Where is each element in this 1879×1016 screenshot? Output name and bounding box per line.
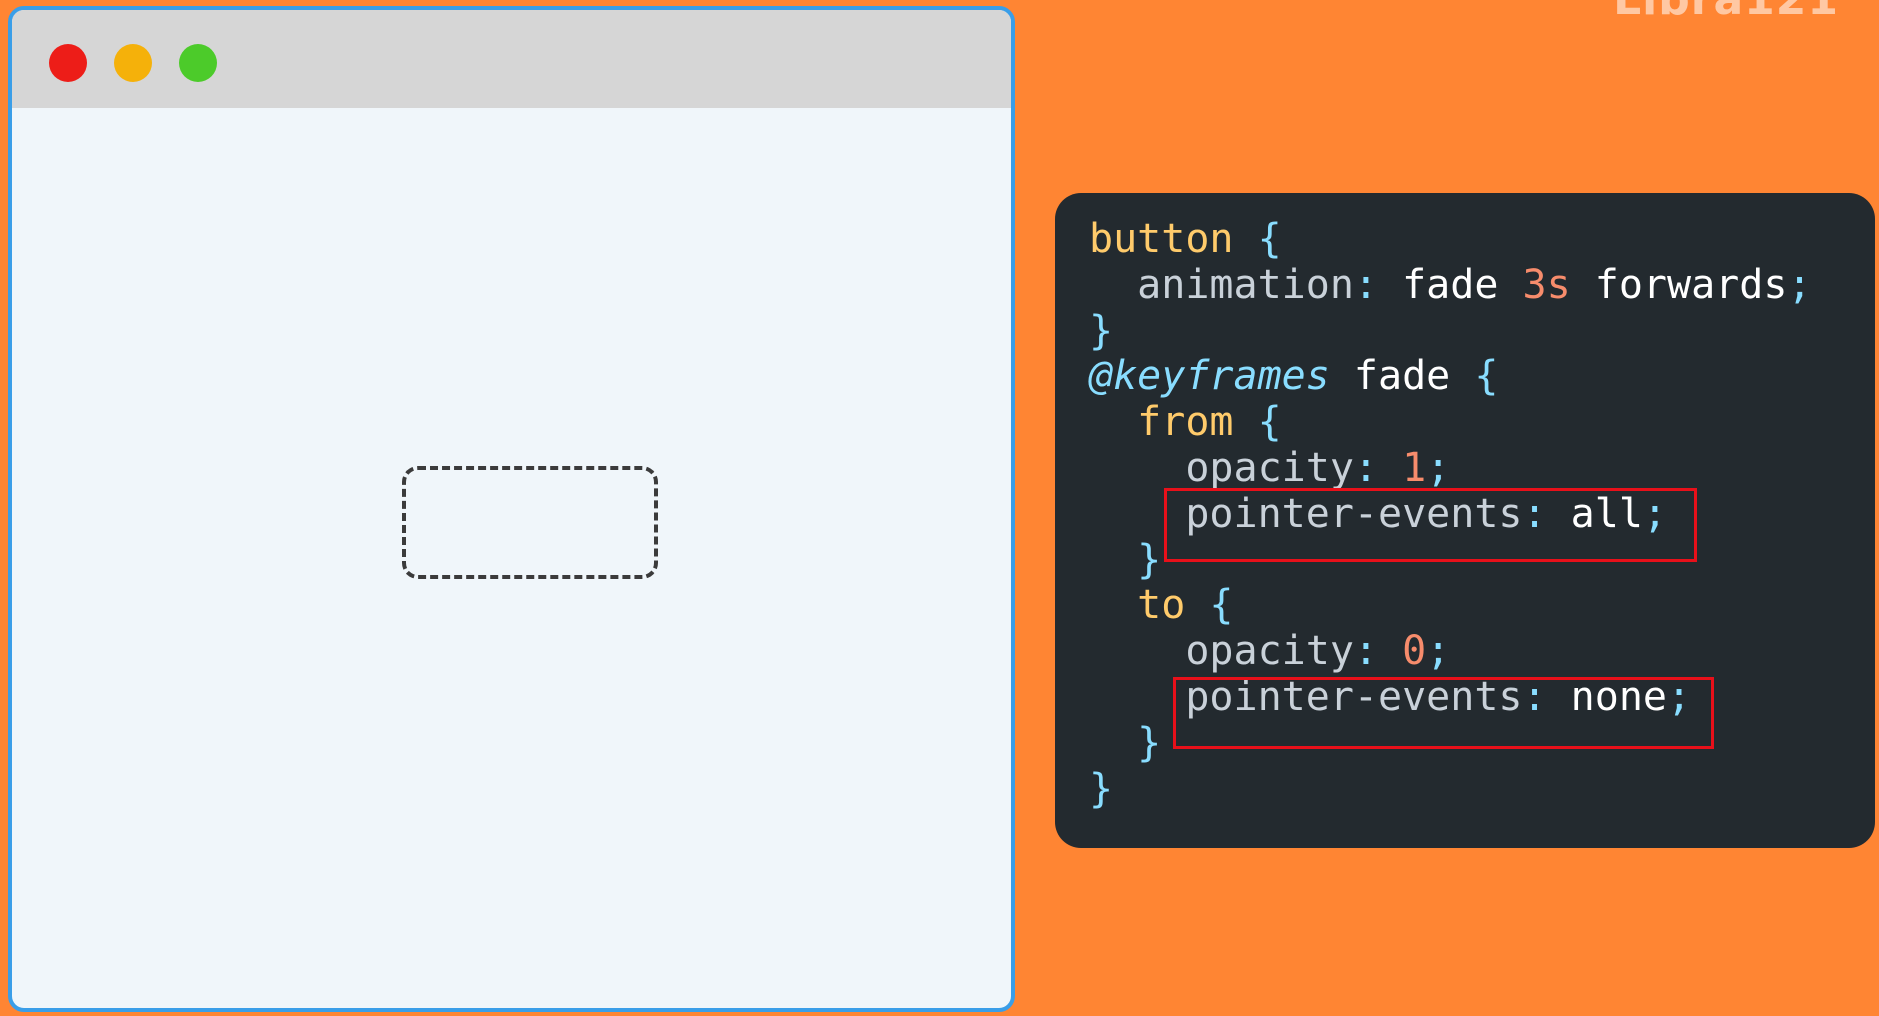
property-opacity: opacity xyxy=(1185,628,1354,675)
at-rule-keyframes: @keyframes xyxy=(1089,353,1330,400)
browser-titlebar xyxy=(12,10,1011,108)
value-duration: 3s xyxy=(1522,261,1571,308)
close-brace: } xyxy=(1137,719,1162,766)
keyframe-from: from xyxy=(1137,399,1234,446)
code-line-6: opacity: 1; xyxy=(1089,445,1450,491)
code-line-10: opacity: 0; xyxy=(1089,628,1450,674)
close-brace: } xyxy=(1089,307,1114,354)
property-opacity: opacity xyxy=(1185,444,1354,491)
value-forwards: forwards xyxy=(1570,261,1788,308)
keyframe-to: to xyxy=(1137,582,1186,629)
close-brace: } xyxy=(1089,765,1114,812)
property-animation: animation xyxy=(1137,261,1354,308)
code-line-13: } xyxy=(1089,766,1113,812)
semicolon: ; xyxy=(1426,444,1451,491)
minimize-window-dot[interactable] xyxy=(114,44,152,82)
close-window-dot[interactable] xyxy=(49,44,87,82)
open-brace: { xyxy=(1185,582,1234,629)
value-fade: fade xyxy=(1378,261,1523,308)
semicolon: ; xyxy=(1787,261,1812,308)
maximize-window-dot[interactable] xyxy=(179,44,217,82)
value-opacity: 1 xyxy=(1378,444,1427,491)
close-brace: } xyxy=(1137,536,1162,583)
code-line-9: to { xyxy=(1089,582,1234,629)
highlight-box-pointer-events-none xyxy=(1173,677,1714,749)
open-brace: { xyxy=(1450,353,1499,400)
colon: : xyxy=(1353,444,1378,491)
colon: : xyxy=(1353,261,1379,308)
value-opacity: 0 xyxy=(1378,628,1427,675)
semicolon: ; xyxy=(1426,628,1451,675)
open-brace: { xyxy=(1233,399,1282,446)
browser-window xyxy=(8,6,1015,1012)
watermark-logo: Libra121 xyxy=(1613,0,1839,25)
colon: : xyxy=(1353,628,1378,675)
code-line-5: from { xyxy=(1089,399,1282,445)
code-line-8: } xyxy=(1089,537,1161,583)
selector-button: button xyxy=(1089,216,1234,262)
code-line-12: } xyxy=(1089,720,1161,766)
faded-button-outline xyxy=(402,466,658,579)
code-line-1: button { xyxy=(1089,216,1282,262)
highlight-box-pointer-events-all xyxy=(1164,488,1697,562)
code-line-2: animation: fade 3s forwards; xyxy=(1089,261,1812,308)
keyframes-name: fade xyxy=(1329,353,1451,400)
code-line-3: } xyxy=(1089,308,1113,354)
open-brace: { xyxy=(1233,216,1282,262)
code-line-4: @keyframes fade { xyxy=(1089,353,1498,399)
